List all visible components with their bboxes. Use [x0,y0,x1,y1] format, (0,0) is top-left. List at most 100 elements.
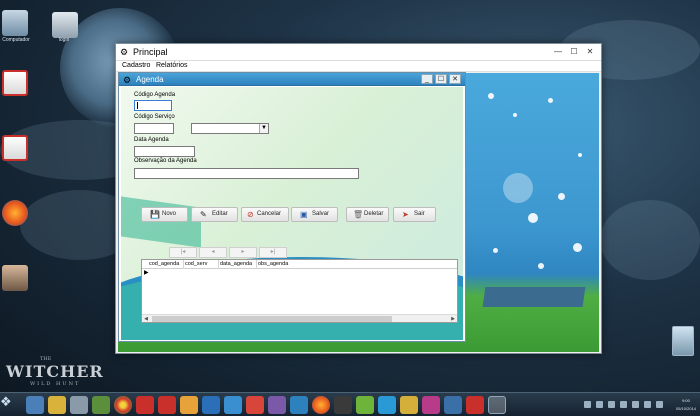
app-icon[interactable] [466,396,484,414]
wallpaper-bubble [573,243,582,252]
pencil-icon: ✎ [200,210,207,219]
grid-column-header[interactable]: data_agenda [220,261,252,267]
clock-date: 05/10/2014 [676,406,697,411]
close-icon[interactable]: ✕ [583,45,597,58]
save-icon: ▣ [300,210,308,219]
principal-titlebar[interactable]: ⚙ Principal — ☐ ✕ [116,44,601,61]
trash-icon: 🗑 [353,210,364,219]
maximize-icon[interactable]: ☐ [567,45,581,58]
codigo-agenda-input[interactable] [134,100,172,111]
tray-icon[interactable] [656,401,663,408]
computer-icon[interactable] [2,10,28,36]
app-icon[interactable] [290,396,308,414]
app-icon: ⚙ [120,47,129,57]
scroll-thumb[interactable] [152,316,392,322]
grid-header: cod_agenda cod_serv data_agenda obs_agen… [142,260,457,269]
text-caret [137,102,138,109]
grid-column-divider[interactable] [256,260,257,269]
app-icon[interactable] [444,396,462,414]
cancelar-label: Cancelar [257,211,282,217]
grid-column-header[interactable]: cod_agenda [149,261,179,267]
app-icon[interactable] [356,396,374,414]
recycle-bin-icon[interactable] [672,326,694,356]
firefox-icon[interactable] [312,396,330,414]
pdf-icon[interactable] [2,70,28,96]
tray-icon[interactable] [644,401,651,408]
horizontal-scrollbar[interactable]: ◀ ▶ [142,314,457,322]
tray-icon[interactable] [596,401,603,408]
grid-column-header[interactable]: cod_serv [185,261,207,267]
novo-label: Novo [162,211,177,217]
salvar-label: Salvar [312,211,330,217]
nav-next-button[interactable]: ▸ [229,247,257,258]
start-button[interactable]: ❖ [0,394,12,409]
tray-icon[interactable] [584,401,591,408]
editar-button[interactable]: ✎ Editar [191,207,238,222]
app-icon[interactable] [70,396,88,414]
app-icon[interactable] [422,396,440,414]
menubar: Cadastro Relatórios [116,61,601,72]
exit-icon: ➤ [402,210,409,219]
grid-column-divider[interactable] [218,260,219,269]
new-icon: 💾 [150,210,160,219]
login-icon[interactable] [52,12,78,38]
firefox-icon[interactable] [2,200,28,226]
app-icon[interactable] [268,396,286,414]
tray-icon[interactable] [620,401,627,408]
grid-column-header[interactable]: obs_agenda [258,261,288,267]
app-icon[interactable] [400,396,418,414]
observacao-input[interactable] [134,168,359,179]
nav-last-button[interactable]: ▸| [259,247,287,258]
observacao-label: Observação da Agenda [134,158,197,164]
wallpaper-bubble [493,248,498,253]
novo-button[interactable]: 💾 Novo [141,207,188,222]
explorer-icon[interactable] [48,396,66,414]
codigo-servico-input[interactable] [134,123,174,134]
minimize-icon[interactable]: — [551,45,565,58]
app-icon[interactable] [202,396,220,414]
grid-column-divider[interactable] [183,260,184,269]
agenda-titlebar[interactable]: ⚙ Agenda _ ☐ ✕ [119,73,465,86]
menu-cadastro[interactable]: Cadastro [122,62,150,69]
data-agenda-input[interactable] [134,146,195,157]
active-app-icon[interactable] [488,396,506,414]
maximize-icon[interactable]: ☐ [435,74,447,84]
nav-prev-button[interactable]: ◂ [199,247,227,258]
pdf-icon[interactable] [2,135,28,161]
scroll-right-icon[interactable]: ▶ [449,315,457,323]
chevron-down-icon[interactable]: ▼ [259,124,268,133]
agenda-grid[interactable]: cod_agenda cod_serv data_agenda obs_agen… [141,259,458,323]
app-icon[interactable] [136,396,154,414]
ie-icon[interactable] [26,396,44,414]
app-icon[interactable] [92,396,110,414]
sair-label: Sair [414,211,425,217]
codigo-agenda-label: Código Agenda [134,92,176,98]
row-indicator-icon: ▶ [144,270,149,276]
data-agenda-label: Data Agenda [134,137,169,143]
wallpaper-bubble [503,173,533,203]
app-icon[interactable] [246,396,264,414]
cancelar-button[interactable]: ⊘ Cancelar [241,207,289,222]
table-row[interactable]: ▶ [142,269,457,277]
tray-icon[interactable] [632,401,639,408]
scroll-left-icon[interactable]: ◀ [142,315,150,323]
chrome-icon[interactable] [114,396,132,414]
user-photo-icon[interactable] [2,265,28,291]
app-icon[interactable] [224,396,242,414]
sair-button[interactable]: ➤ Sair [393,207,436,222]
tray-icon[interactable] [608,401,615,408]
pdf-icon[interactable] [158,396,176,414]
wallpaper-cloud [600,200,700,280]
app-icon[interactable] [180,396,198,414]
deletar-button[interactable]: 🗑 Deletar [346,207,389,222]
app-icon[interactable] [378,396,396,414]
close-icon[interactable]: ✕ [449,74,461,84]
minimize-icon[interactable]: _ [421,74,433,84]
menu-relatorios[interactable]: Relatórios [156,62,188,69]
app-icon[interactable] [334,396,352,414]
servico-select[interactable]: ▼ [191,123,269,134]
nav-first-button[interactable]: |◂ [169,247,197,258]
wallpaper-bubble [578,153,582,157]
clock[interactable]: 9:00 05/10/2014 [676,397,696,413]
salvar-button[interactable]: ▣ Salvar [291,207,338,222]
